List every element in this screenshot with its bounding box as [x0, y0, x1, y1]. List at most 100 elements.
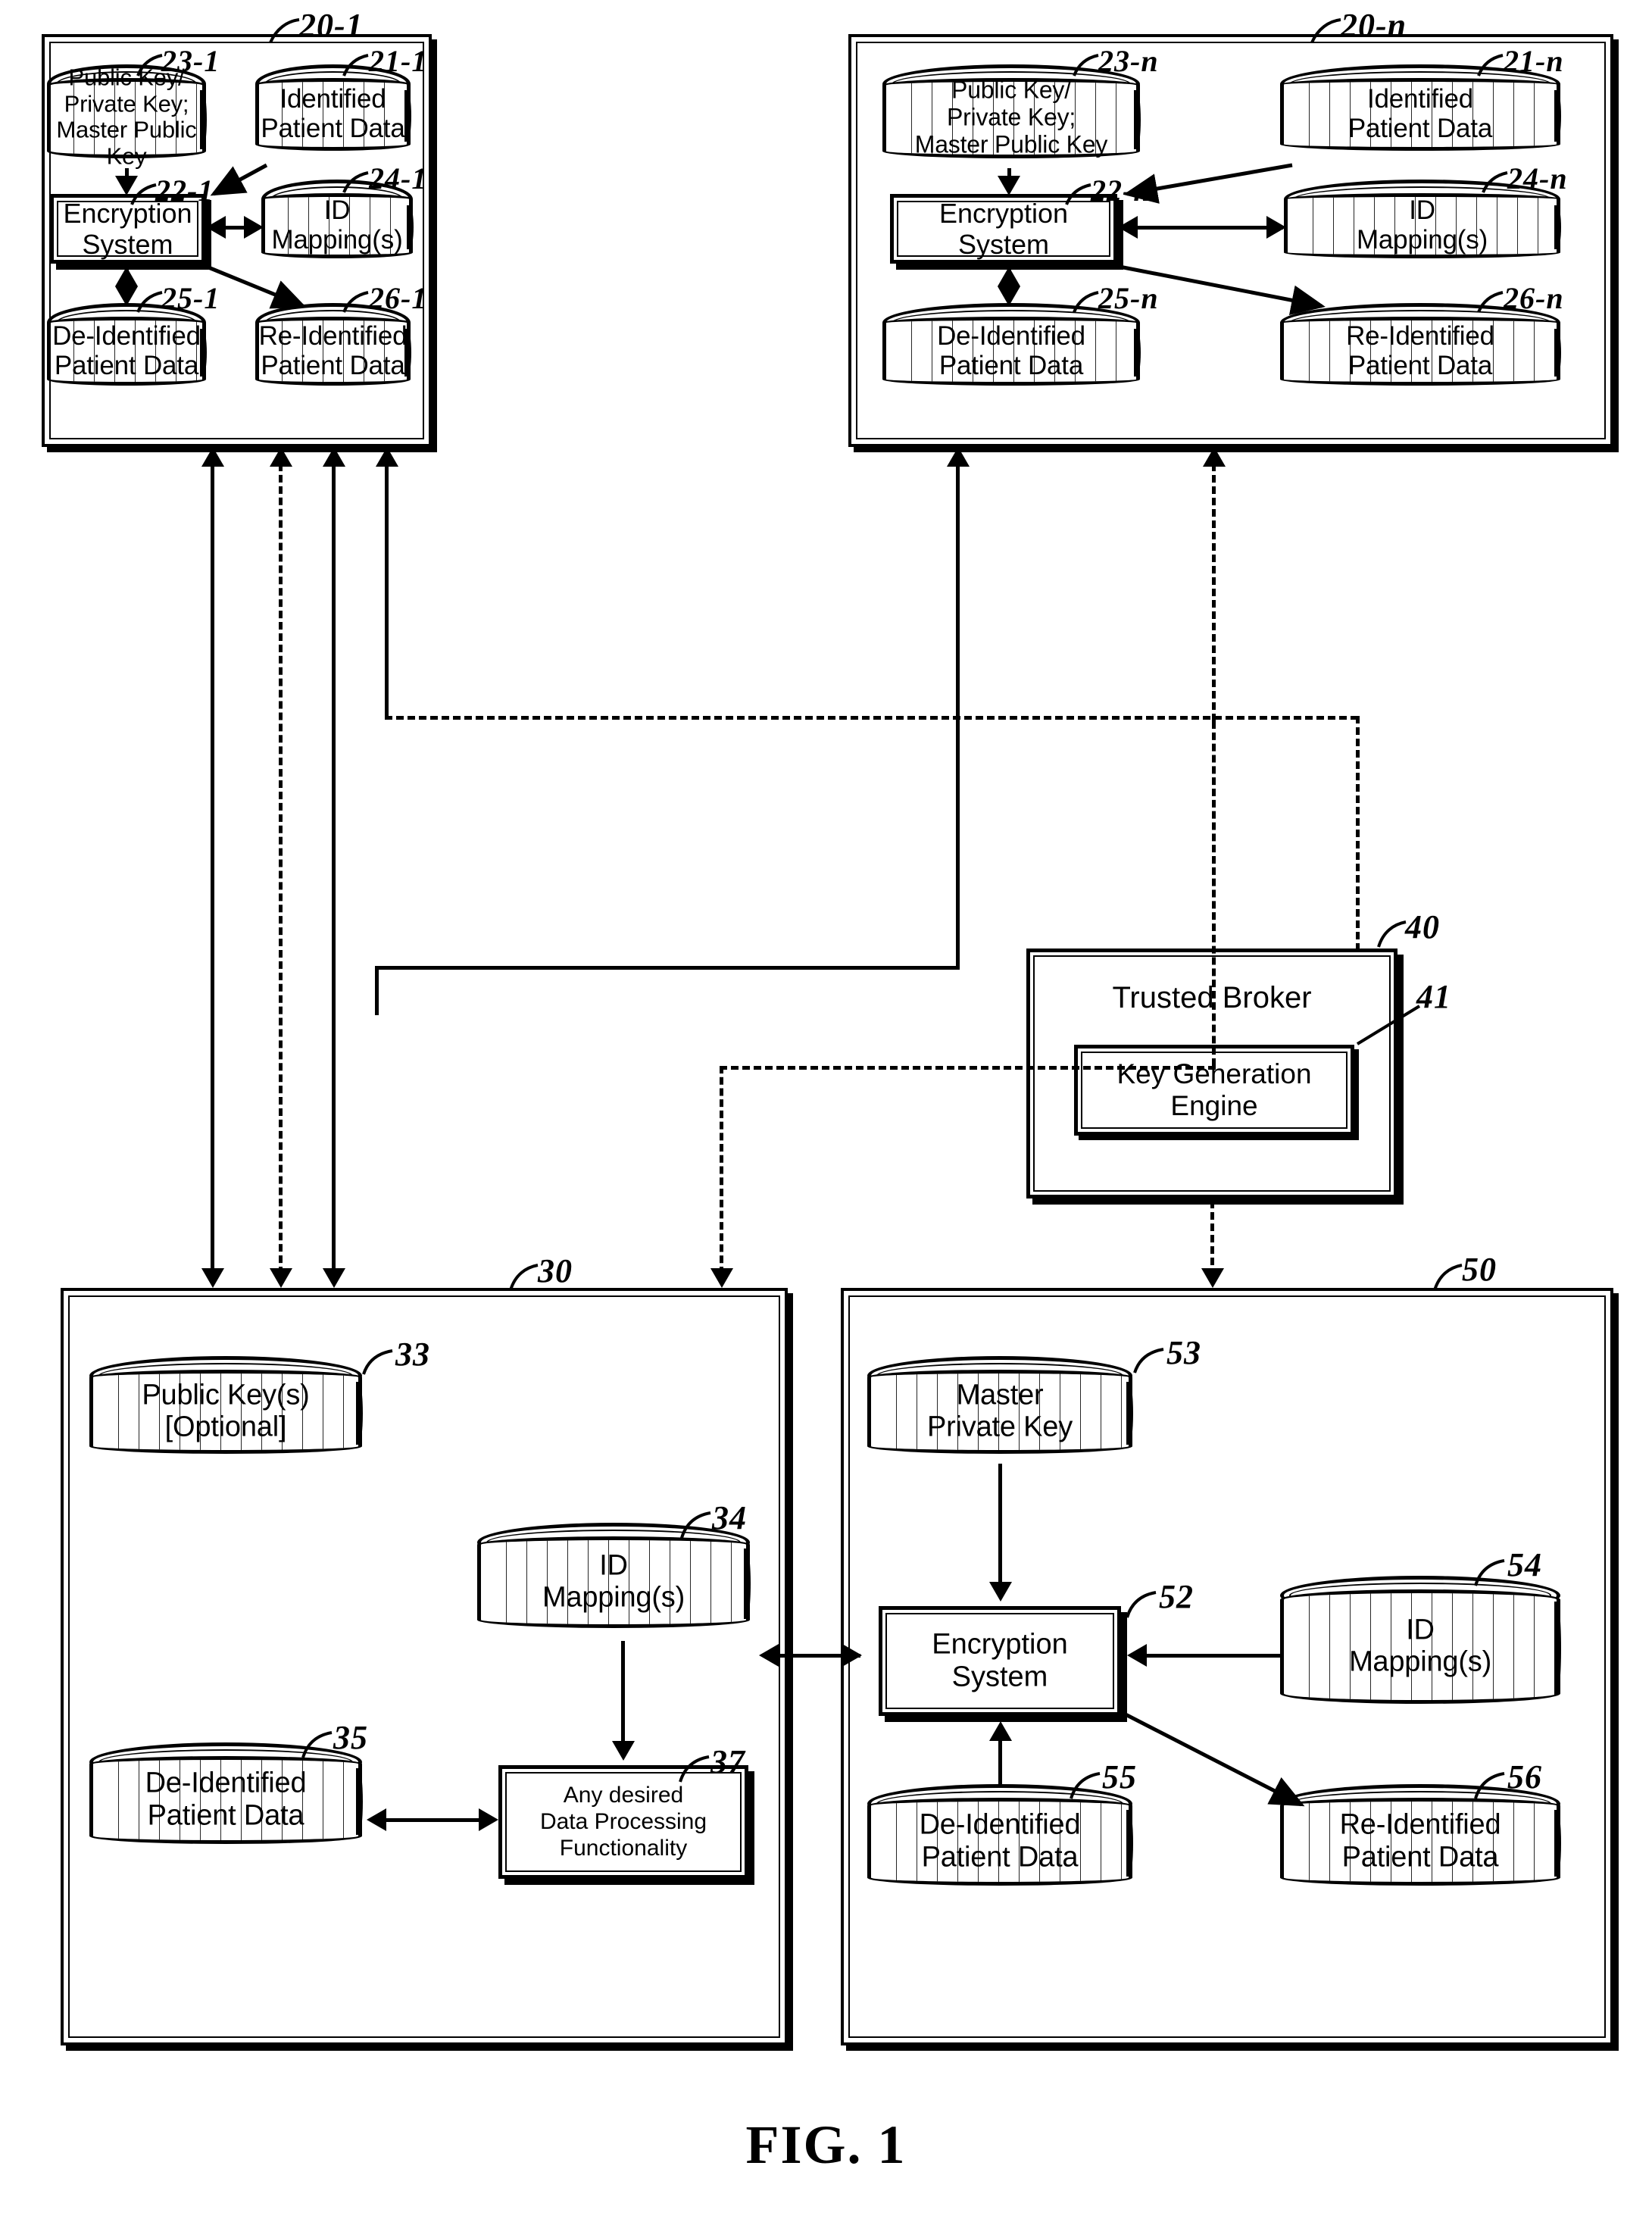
cylinder-publickeys-33: Public Key(s) [Optional] [89, 1356, 363, 1466]
ref-26-1: 26-1 [369, 281, 428, 315]
box-encryption-52: Encryption System [879, 1606, 1121, 1716]
leader-24-n [1482, 171, 1508, 193]
arrowhead-20-1-a-up [201, 447, 224, 467]
arrowhead-34to37 [612, 1741, 635, 1761]
box-label: Any desired Data Processing Functionalit… [539, 1782, 707, 1861]
leader-22-n [1065, 183, 1091, 205]
connector-53to52 [998, 1464, 1002, 1585]
connector-upper-solid-vert [375, 966, 379, 1015]
leader-52 [1126, 1591, 1157, 1618]
leader-25-n [1073, 291, 1099, 313]
cylinder-deidentified-25-1: De-Identified Patient Data [47, 303, 207, 398]
patent-figure: 20-1 Public Key/ Private Key; Master Pub… [0, 0, 1652, 2222]
ref-24-1: 24-1 [369, 161, 428, 195]
connector-30-to-broker-leg [332, 464, 336, 1274]
leader-20-1 [269, 18, 300, 43]
leader-37 [679, 1755, 710, 1783]
cylinder-idmapping-54: ID Mapping(s) [1280, 1576, 1561, 1716]
ref-21-1: 21-1 [369, 44, 428, 78]
arrowhead-50-to-30 [759, 1644, 779, 1667]
cylinder-label: De-Identified Patient Data [937, 320, 1085, 380]
cylinder-label: ID Mapping(s) [1348, 1613, 1492, 1678]
cylinder-label: De-Identified Patient Data [52, 320, 201, 380]
cylinder-label: Master Private Key [926, 1378, 1073, 1443]
arrowhead-dash-20n [1203, 447, 1226, 467]
arrowhead-22to25 [115, 286, 138, 306]
connector-dash-to-30 [720, 1066, 723, 1274]
leader-53 [1133, 1348, 1164, 1374]
arrowhead-22n-24n [1266, 216, 1286, 239]
leader-26-n [1477, 291, 1504, 313]
connector-dash-riser-left-top [385, 464, 389, 532]
arrowhead-30-to-50 [842, 1644, 862, 1667]
arrowhead-23to22 [115, 176, 138, 195]
leader-25-1 [136, 291, 163, 313]
arrowhead-55to52 [989, 1721, 1012, 1741]
cylinder-deidentified-25-n: De-Identified Patient Data [882, 303, 1141, 398]
cylinder-label: Public Key(s) [Optional] [142, 1378, 310, 1443]
leader-23-n [1073, 54, 1099, 77]
ref-26-n: 26-n [1504, 281, 1564, 315]
leader-34 [680, 1511, 711, 1539]
leader-40 [1377, 920, 1407, 948]
cylinder-label: ID Mapping(s) [1356, 195, 1488, 255]
cylinder-identified-21-1: Identified Patient Data [255, 64, 411, 163]
arrowhead-35to37 [479, 1808, 498, 1831]
connector-dash-riser-left [385, 530, 389, 716]
arrowhead-25to22 [115, 267, 138, 286]
arrowhead-dash-a-down [270, 1268, 292, 1288]
leader-20-n [1310, 18, 1341, 43]
leader-56 [1474, 1772, 1505, 1799]
arrowhead-leg-down [323, 1268, 345, 1288]
ref-22-n: 22-n [1091, 173, 1151, 208]
cylinder-label: ID Mapping(s) [542, 1549, 685, 1614]
cylinder-label: De-Identified Patient Data [919, 1808, 1081, 1873]
arrowhead-22to24 [244, 216, 264, 239]
arrowhead-24n-22n [1118, 216, 1138, 239]
cylinder-label: Public Key/ Private Key; Master Public K… [56, 64, 197, 170]
cylinder-label: Re-Identified Patient Data [1339, 1808, 1501, 1873]
cylinder-reidentified-56: Re-Identified Patient Data [1280, 1784, 1561, 1898]
ref-25-n: 25-n [1098, 281, 1159, 315]
arrowhead-22n-25n [998, 286, 1020, 306]
figure-caption: FIG. 1 [745, 2114, 907, 2175]
leader-50 [1433, 1264, 1463, 1291]
ref-24-n: 24-n [1507, 161, 1568, 195]
arrowhead-54to52 [1127, 1644, 1147, 1667]
connector-35to37 [371, 1818, 492, 1822]
leader-54 [1474, 1559, 1505, 1586]
connector-upper-solid-horiz [375, 966, 958, 970]
arrowhead-dash-a-up [270, 447, 292, 467]
connector-55to52 [998, 1735, 1002, 1788]
cylinder-keys-23-n: Public Key/ Private Key; Master Public K… [882, 64, 1141, 170]
arrowhead-broker-to-50 [1201, 1268, 1224, 1288]
cylinder-label: Identified Patient Data [1348, 83, 1493, 143]
arrowhead-24to22 [206, 216, 226, 239]
arrowhead-leg-up [323, 447, 345, 467]
leader-26-1 [342, 291, 369, 313]
leader-21-1 [342, 54, 369, 77]
cylinder-label: Re-Identified Patient Data [258, 320, 408, 380]
arrowhead-53to52 [989, 1582, 1012, 1602]
connector-dash-20n-riser [1212, 464, 1216, 721]
connector-dash-broker-left-h [720, 1066, 1216, 1070]
leader-21-n [1477, 54, 1504, 77]
connector-dash-to-broker-top [1356, 716, 1360, 951]
cylinder-label: Public Key/ Private Key; Master Public K… [914, 76, 1108, 158]
leader-33 [362, 1349, 393, 1375]
connector-broker-to-50 [1210, 1201, 1214, 1277]
arrowhead-30-a-down [201, 1268, 224, 1288]
ref-23-n: 23-n [1098, 44, 1159, 78]
arrowhead-25n-22n [998, 267, 1020, 286]
cylinder-label: De-Identified Patient Data [145, 1767, 307, 1831]
cylinder-label: Identified Patient Data [261, 83, 405, 143]
connector-34to37 [621, 1641, 625, 1744]
connector-54to52 [1132, 1654, 1284, 1658]
leader-55 [1070, 1772, 1101, 1799]
cylinder-label: Re-Identified Patient Data [1346, 320, 1494, 380]
cylinder-reidentified-26-n: Re-Identified Patient Data [1280, 303, 1561, 398]
connector-22n-24n [1123, 226, 1283, 230]
arrowhead-upper-solid [947, 447, 970, 467]
cylinder-masterprivatekey-53: Master Private Key [867, 1356, 1133, 1466]
leader-41 [1356, 1005, 1421, 1045]
